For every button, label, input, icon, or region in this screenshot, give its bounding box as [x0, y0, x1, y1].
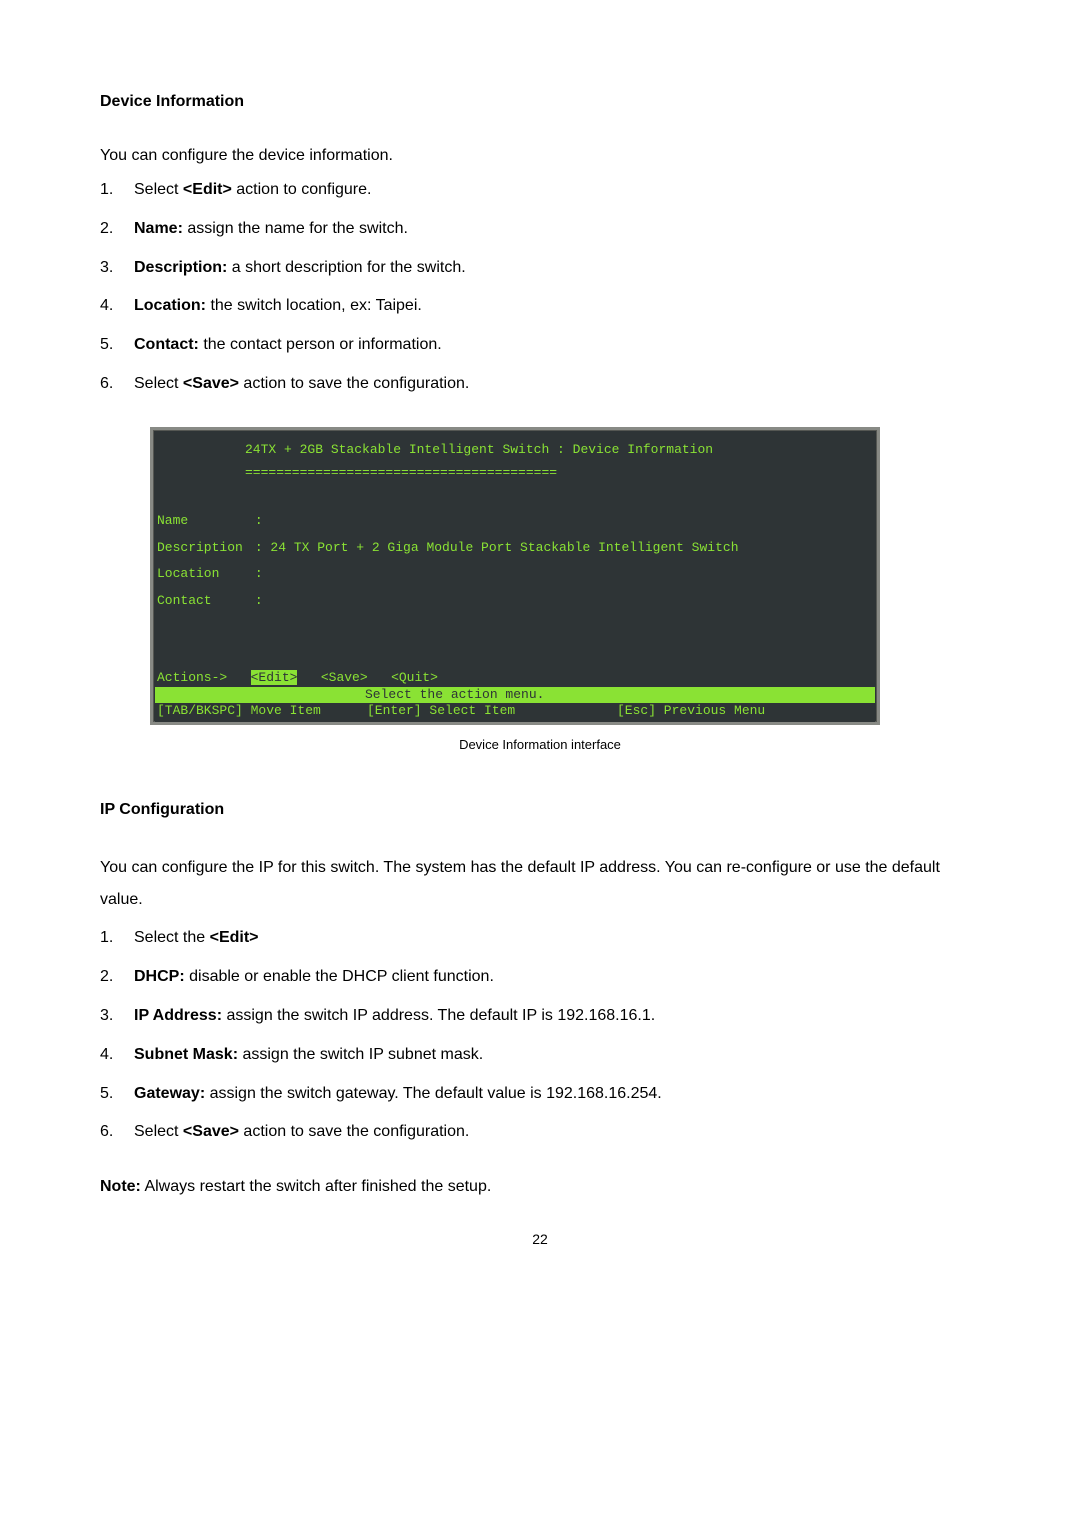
page-number: 22 — [100, 1229, 980, 1250]
actions-prefix: Actions-> — [157, 670, 227, 685]
section2-note: Note: Always restart the switch after fi… — [100, 1175, 980, 1199]
item-text-suffix: the contact person or information. — [199, 336, 442, 353]
list-item: 5. Gateway: assign the switch gateway. T… — [100, 1080, 980, 1109]
item-num: 4. — [100, 292, 113, 321]
hint-select: [Enter] Select Item — [367, 703, 617, 720]
item-num: 1. — [100, 176, 113, 205]
terminal-contact-row: Contact : — [155, 591, 875, 612]
item-num: 1. — [100, 924, 113, 953]
list-item: 6. Select <Save> action to save the conf… — [100, 370, 980, 399]
terminal-desc-value: : 24 TX Port + 2 Giga Module Port Stacka… — [255, 540, 739, 555]
list-item: 1. Select the <Edit> — [100, 924, 980, 953]
terminal-title: 24TX + 2GB Stackable Intelligent Switch … — [155, 440, 875, 460]
note-label: Note: — [100, 1178, 141, 1195]
terminal-name-row: Name : — [155, 511, 875, 532]
item-label: DHCP: — [134, 968, 185, 985]
terminal-screenshot: 24TX + 2GB Stackable Intelligent Switch … — [150, 427, 880, 725]
item-text-suffix: assign the switch gateway. The default v… — [205, 1085, 662, 1102]
list-item: 1. Select <Edit> action to configure. — [100, 176, 980, 205]
section1-list: 1. Select <Edit> action to configure. 2.… — [100, 176, 980, 399]
item-text-suffix: the switch location, ex: Taipei. — [206, 297, 422, 314]
item-num: 3. — [100, 1002, 113, 1031]
item-num: 4. — [100, 1041, 113, 1070]
terminal-caption: Device Information interface — [100, 735, 980, 755]
terminal-hints: [TAB/BKSPC] Move Item [Enter] Select Ite… — [155, 703, 875, 722]
item-label: Gateway: — [134, 1085, 205, 1102]
section1-heading: Device Information — [100, 90, 980, 114]
terminal-name-value: : — [255, 513, 263, 528]
terminal-loc-value: : — [255, 566, 263, 581]
terminal-actions: Actions-> <Edit> <Save> <Quit> — [155, 668, 875, 688]
item-text-prefix: Select — [134, 181, 183, 198]
terminal-desc-label: Description — [157, 538, 247, 559]
item-num: 2. — [100, 215, 113, 244]
item-text-suffix: action to save the configuration. — [239, 1123, 469, 1140]
terminal-contact-value: : — [255, 593, 263, 608]
item-text-suffix: a short description for the switch. — [227, 259, 465, 276]
item-bold: <Edit> — [210, 929, 259, 946]
section2-heading: IP Configuration — [100, 798, 980, 822]
list-item: 3. Description: a short description for … — [100, 254, 980, 283]
item-text-suffix: action to save the configuration. — [239, 375, 469, 392]
action-quit: <Quit> — [391, 670, 438, 685]
item-num: 5. — [100, 331, 113, 360]
item-label: IP Address: — [134, 1007, 222, 1024]
item-text-suffix: assign the name for the switch. — [183, 220, 408, 237]
terminal-desc-row: Description : 24 TX Port + 2 Giga Module… — [155, 538, 875, 559]
item-num: 6. — [100, 1118, 113, 1147]
list-item: 5. Contact: the contact person or inform… — [100, 331, 980, 360]
item-bold: <Save> — [183, 375, 239, 392]
item-label: Location: — [134, 297, 206, 314]
section1-intro: You can configure the device information… — [100, 144, 980, 168]
item-bold: <Edit> — [183, 181, 232, 198]
item-text-suffix: assign the switch IP subnet mask. — [238, 1046, 483, 1063]
item-label: Subnet Mask: — [134, 1046, 238, 1063]
note-text: Always restart the switch after finished… — [141, 1178, 491, 1195]
list-item: 2. Name: assign the name for the switch. — [100, 215, 980, 244]
list-item: 3. IP Address: assign the switch IP addr… — [100, 1002, 980, 1031]
hint-prev: [Esc] Previous Menu — [617, 703, 765, 720]
item-label: Description: — [134, 259, 227, 276]
item-num: 5. — [100, 1080, 113, 1109]
terminal-spacer — [155, 618, 875, 668]
terminal-select-msg: Select the action menu. — [155, 687, 875, 703]
section2-intro: You can configure the IP for this switch… — [100, 852, 980, 916]
terminal-loc-row: Location : — [155, 564, 875, 585]
item-text-prefix: Select — [134, 375, 183, 392]
item-bold: <Save> — [183, 1123, 239, 1140]
item-num: 3. — [100, 254, 113, 283]
item-text-prefix: Select the — [134, 929, 210, 946]
terminal-name-label: Name — [157, 511, 247, 532]
item-num: 2. — [100, 963, 113, 992]
terminal-loc-label: Location — [157, 564, 247, 585]
list-item: 6. Select <Save> action to save the conf… — [100, 1118, 980, 1147]
item-num: 6. — [100, 370, 113, 399]
hint-move: [TAB/BKSPC] Move Item — [157, 703, 367, 720]
item-text-suffix: action to configure. — [232, 181, 372, 198]
item-text-prefix: Select — [134, 1123, 183, 1140]
list-item: 4. Subnet Mask: assign the switch IP sub… — [100, 1041, 980, 1070]
action-edit: <Edit> — [251, 670, 298, 685]
item-label: Contact: — [134, 336, 199, 353]
section2-list: 1. Select the <Edit> 2. DHCP: disable or… — [100, 924, 980, 1147]
item-label: Name: — [134, 220, 183, 237]
terminal-divider: ======================================== — [155, 463, 875, 483]
terminal-contact-label: Contact — [157, 591, 247, 612]
item-text-suffix: disable or enable the DHCP client functi… — [185, 968, 494, 985]
item-text-suffix: assign the switch IP address. The defaul… — [222, 1007, 655, 1024]
list-item: 2. DHCP: disable or enable the DHCP clie… — [100, 963, 980, 992]
action-save: <Save> — [321, 670, 368, 685]
list-item: 4. Location: the switch location, ex: Ta… — [100, 292, 980, 321]
terminal-footer: Actions-> <Edit> <Save> <Quit> Select th… — [155, 668, 875, 722]
